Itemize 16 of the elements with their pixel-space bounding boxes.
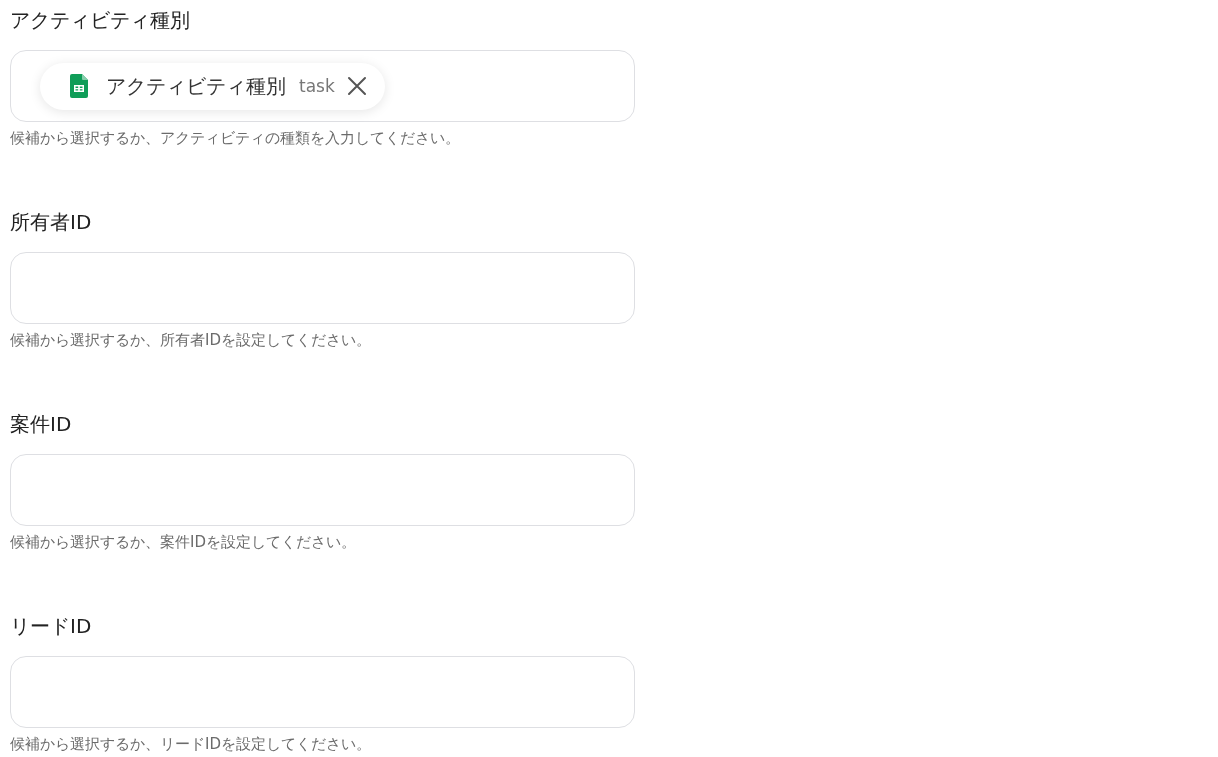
help-text: 候補から選択するか、リードIDを設定してください。 — [10, 734, 371, 754]
help-text: 候補から選択するか、所有者IDを設定してください。 — [10, 330, 371, 350]
field-label: アクティビティ種別 — [10, 8, 190, 32]
input-field[interactable] — [10, 656, 635, 728]
spreadsheet-icon — [70, 74, 88, 98]
field-label: 所有者ID — [10, 210, 92, 234]
chip-type: task — [299, 76, 335, 96]
help-text: 候補から選択するか、アクティビティの種類を入力してください。 — [10, 128, 460, 148]
field-label: 案件ID — [10, 412, 72, 436]
close-icon — [346, 76, 367, 96]
input-field[interactable]: アクティビティ種別 task — [10, 50, 635, 122]
field-label: リードID — [10, 614, 92, 638]
help-text: 候補から選択するか、案件IDを設定してください。 — [10, 532, 356, 552]
chip-label: アクティビティ種別 — [106, 72, 286, 100]
input-field[interactable] — [10, 252, 635, 324]
input-field[interactable] — [10, 454, 635, 526]
